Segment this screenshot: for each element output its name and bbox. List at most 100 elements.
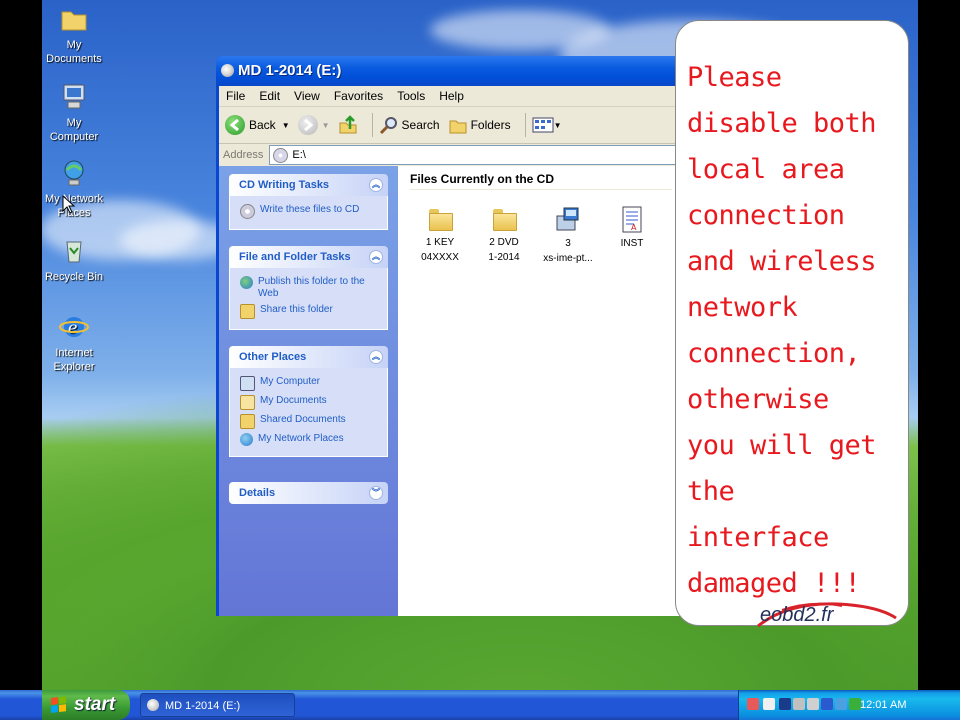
right-letterbox	[918, 0, 960, 690]
desktop-icon-label: Documents	[46, 53, 102, 65]
menu-view[interactable]: View	[287, 89, 327, 103]
file-name: 1-2014	[488, 252, 520, 263]
folder-icon	[240, 414, 255, 429]
folders-button[interactable]: Folders	[448, 115, 511, 135]
task-pane: CD Writing Tasks ︽ Write these files to …	[219, 166, 398, 616]
brand-logo: eobd2.fr	[760, 604, 834, 626]
address-value: E:\	[292, 149, 306, 161]
tray-app-icon[interactable]	[779, 698, 791, 710]
notice-line: you will get	[687, 430, 877, 461]
desktop-icon-label: Recycle Bin	[44, 271, 104, 283]
tray-bluetooth-icon[interactable]	[835, 698, 847, 710]
tray-volume-icon[interactable]	[807, 698, 819, 710]
chevron-down-icon[interactable]: ▼	[322, 121, 330, 130]
up-folder-button[interactable]	[338, 115, 358, 135]
desktop-icon-internet-explorer[interactable]: e Internet Explorer	[39, 312, 109, 374]
svg-text:A: A	[631, 223, 637, 232]
expand-icon[interactable]: ︾	[369, 486, 383, 500]
mouse-cursor-icon	[62, 195, 76, 214]
file-folder-tasks-panel: File and Folder Tasks ︽ Publish this fol…	[229, 246, 388, 330]
cd-drive-icon	[221, 64, 234, 77]
tray-network-icon[interactable]	[793, 698, 805, 710]
collapse-icon[interactable]: ︽	[369, 350, 383, 364]
share-folder-icon	[240, 304, 255, 319]
windows-logo-icon	[51, 696, 66, 713]
folders-label: Folders	[470, 118, 511, 132]
tray-language-icon[interactable]	[747, 698, 759, 710]
task-label: Write these files to CD	[260, 204, 360, 215]
search-button[interactable]: Search	[379, 115, 440, 135]
menu-help[interactable]: Help	[432, 89, 471, 103]
folder-icon	[493, 209, 517, 231]
documents-icon	[240, 395, 255, 410]
notice-line: Please	[687, 62, 782, 93]
back-button[interactable]: Back ▼	[225, 115, 290, 135]
clock[interactable]: 12:01 AM	[860, 690, 906, 720]
panel-title: Other Places	[239, 351, 307, 363]
warning-notice: Please disable both local area connectio…	[675, 20, 909, 626]
task-label: Publish this folder to the Web	[258, 276, 365, 299]
file-item[interactable]: 2 DVD 1-2014	[475, 206, 533, 265]
menu-file[interactable]: File	[219, 89, 252, 103]
notice-line: otherwise	[687, 384, 829, 415]
tray-keyboard-icon[interactable]	[763, 698, 775, 710]
panel-header[interactable]: Details ︾	[229, 482, 388, 504]
menu-bar: File Edit View Favorites Tools Help	[219, 86, 683, 107]
file-name: 04XXXX	[421, 252, 459, 263]
place-shared-documents[interactable]: Shared Documents	[240, 414, 387, 429]
start-button[interactable]: start	[42, 690, 130, 720]
menu-edit[interactable]: Edit	[252, 89, 287, 103]
file-name: 1 KEY	[425, 237, 455, 248]
task-write-files-to-cd[interactable]: Write these files to CD	[240, 204, 387, 219]
window-titlebar[interactable]: MD 1-2014 (E:)	[216, 56, 686, 86]
notice-line: and wireless	[687, 246, 877, 277]
folder-content: CD Writing Tasks ︽ Write these files to …	[219, 166, 683, 616]
file-item[interactable]: 1 KEY 04XXXX	[411, 206, 469, 265]
place-my-documents[interactable]: My Documents	[240, 395, 387, 410]
task-publish-folder[interactable]: Publish this folder to the Web	[240, 276, 387, 300]
place-my-computer[interactable]: My Computer	[240, 376, 387, 391]
network-icon	[240, 433, 253, 446]
collapse-icon[interactable]: ︽	[369, 250, 383, 264]
other-places-panel: Other Places ︽ My Computer My Documents	[229, 346, 388, 457]
task-share-folder[interactable]: Share this folder	[240, 304, 387, 319]
cd-icon	[240, 204, 255, 219]
forward-button[interactable]: ▼	[297, 115, 330, 135]
taskbar-window-button[interactable]: MD 1-2014 (E:)	[140, 693, 295, 717]
address-label: Address	[223, 149, 264, 161]
place-label: My Documents	[260, 395, 327, 406]
panel-title: Details	[239, 487, 276, 499]
explorer-window[interactable]: MD 1-2014 (E:) File Edit View Favorites …	[216, 56, 686, 616]
desktop-icon-recycle-bin[interactable]: Recycle Bin	[39, 236, 109, 284]
document-icon: A	[618, 206, 646, 234]
place-label: My Computer	[260, 376, 321, 387]
details-panel: Details ︾	[229, 482, 388, 504]
collapse-icon[interactable]: ︽	[369, 178, 383, 192]
panel-header[interactable]: Other Places ︽	[229, 346, 388, 368]
views-button[interactable]: ▼	[532, 116, 562, 134]
toolbar-separator	[371, 113, 373, 137]
window-body: File Edit View Favorites Tools Help Back…	[219, 86, 683, 616]
svg-text:e: e	[68, 318, 77, 337]
panel-header[interactable]: CD Writing Tasks ︽	[229, 174, 388, 196]
panel-header[interactable]: File and Folder Tasks ︽	[229, 246, 388, 268]
file-item[interactable]: A INST	[603, 206, 661, 251]
chevron-down-icon[interactable]: ▼	[554, 121, 562, 130]
file-item[interactable]: 3 xs-ime-pt...	[539, 206, 597, 266]
desktop-icon-label: Internet	[55, 347, 93, 359]
panel-body: Write these files to CD	[229, 196, 388, 230]
menu-tools[interactable]: Tools	[390, 89, 432, 103]
file-name: INST	[620, 238, 644, 249]
desktop-icon-my-computer[interactable]: My Computer	[39, 82, 109, 144]
toolbar-separator	[524, 113, 526, 137]
taskbar-window-label: MD 1-2014 (E:)	[165, 700, 241, 712]
tray-security-icon[interactable]	[821, 698, 833, 710]
chevron-down-icon[interactable]: ▼	[282, 121, 290, 130]
back-arrow-icon	[225, 115, 245, 135]
folder-icon	[429, 209, 453, 231]
task-label: Share this folder	[260, 304, 333, 315]
address-input[interactable]: E:\	[269, 145, 683, 165]
menu-favorites[interactable]: Favorites	[327, 89, 390, 103]
desktop-icon-my-documents[interactable]: My Documents	[39, 4, 109, 66]
place-my-network-places[interactable]: My Network Places	[240, 433, 387, 446]
